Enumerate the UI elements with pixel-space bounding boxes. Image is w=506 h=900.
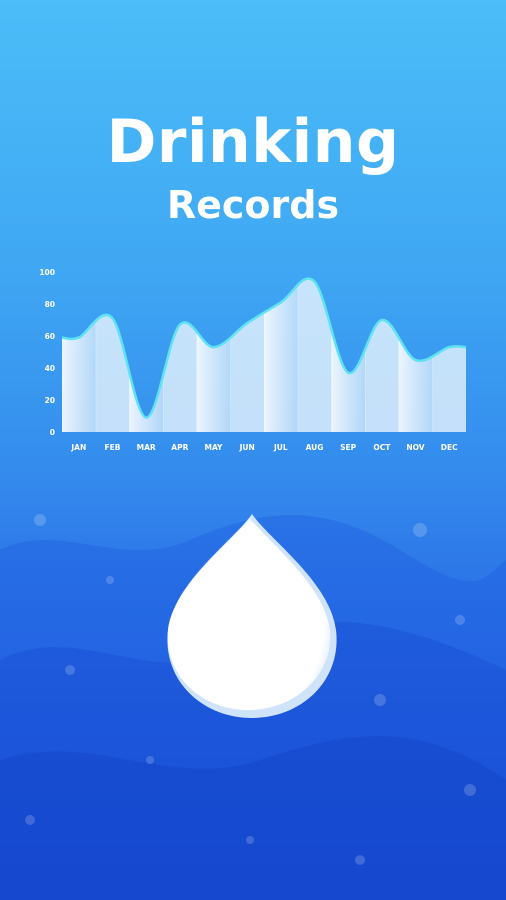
page-subtitle: Records	[166, 183, 340, 227]
chart-svg: 0 20 40 60 80 100 JAN FEB MAR APR MAY JUN JUL AUG SEP…	[39, 268, 467, 452]
y-tick-label: 0	[50, 428, 55, 437]
chart-bar-feb	[95, 278, 130, 432]
x-tick-label: JUN	[239, 443, 255, 452]
chart-bar-oct	[365, 278, 400, 432]
x-tick-label: MAR	[137, 443, 156, 452]
y-tick-label: 20	[45, 396, 55, 405]
y-tick-label: 100	[39, 268, 55, 277]
x-tick-label: OCT	[373, 443, 391, 452]
x-tick-label: MAY	[205, 443, 224, 452]
x-tick-label: JUL	[273, 443, 288, 452]
water-drop-icon	[164, 512, 344, 722]
x-tick-label: JAN	[70, 443, 86, 452]
y-tick-label: 40	[45, 364, 55, 373]
x-tick-label: APR	[171, 443, 188, 452]
x-tick-label: DEC	[441, 443, 458, 452]
chart-bar-aug	[297, 278, 332, 432]
drinking-records-chart: 0 20 40 60 80 100 JAN FEB MAR APR MAY JUN JUL AUG SEP…	[30, 258, 480, 458]
chart-bar-jul	[264, 278, 299, 432]
chart-bar-jun	[230, 278, 265, 432]
x-tick-label: FEB	[105, 443, 121, 452]
x-tick-label: NOV	[406, 443, 424, 452]
page-title: Drinking	[106, 107, 400, 177]
chart-bar-apr	[163, 278, 198, 432]
x-tick-label: AUG	[306, 443, 324, 452]
y-tick-label: 80	[45, 300, 55, 309]
x-axis: JAN FEB MAR APR MAY JUN JUL AUG SEP OCT NOV DEC	[70, 443, 458, 452]
chart-bar-mar	[129, 278, 164, 432]
chart-bar-jan	[62, 278, 97, 432]
y-tick-label: 60	[45, 332, 55, 341]
y-axis: 0 20 40 60 80 100	[39, 268, 55, 437]
x-tick-label: SEP	[340, 443, 357, 452]
